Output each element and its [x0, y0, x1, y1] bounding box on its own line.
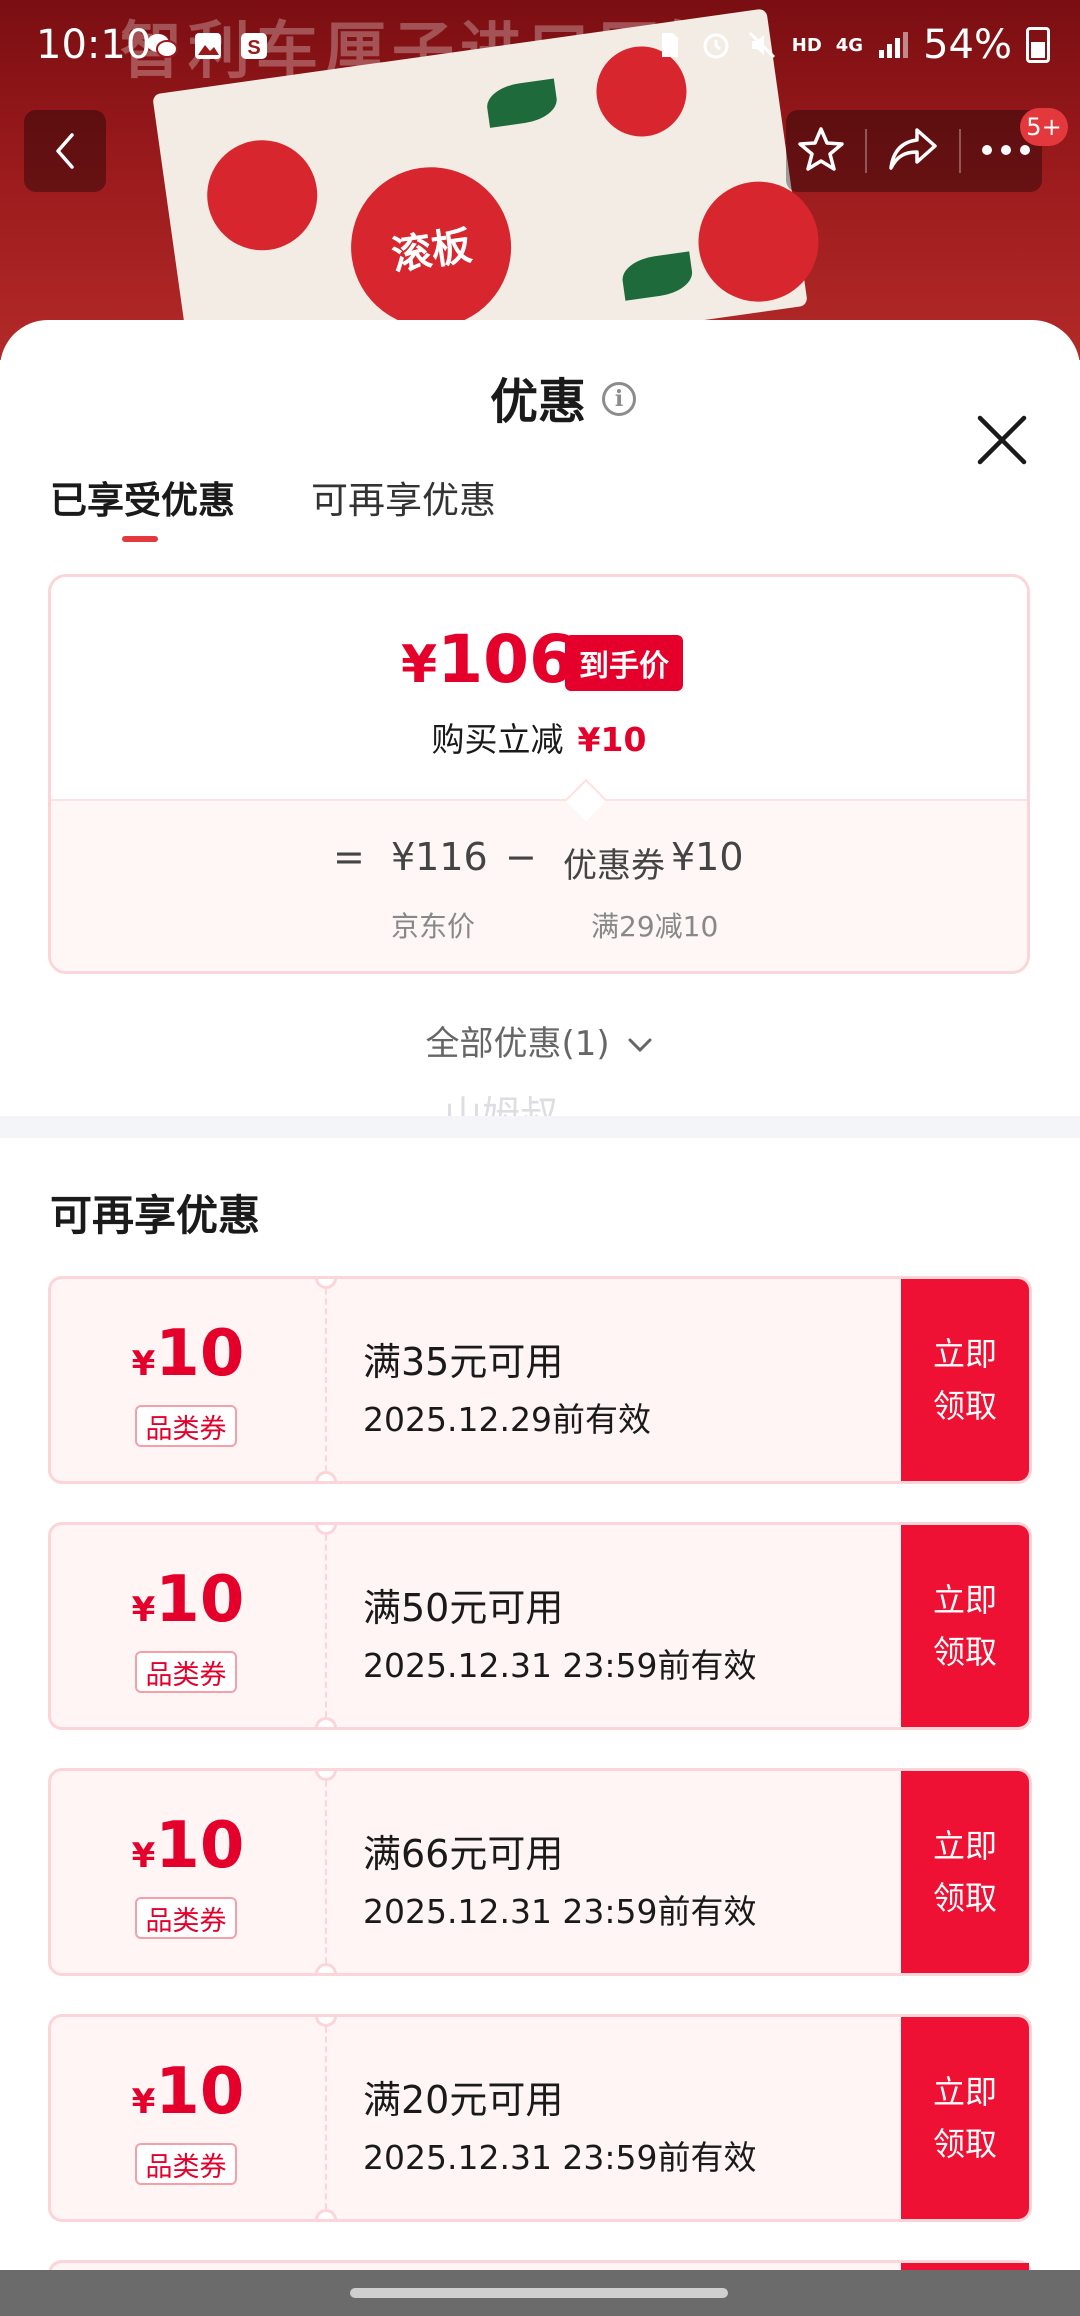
coupon-amount: ¥10	[131, 1563, 245, 1637]
coupon-type-badge: 品类券	[135, 1651, 237, 1693]
tab-enjoyed-discounts[interactable]: 已享受优惠	[50, 470, 235, 550]
discount-sheet: 优惠 i 已享受优惠 可再享优惠 ¥ 106 到手价 购买立减 ¥10 = ¥11…	[0, 320, 1080, 2270]
instant-discount-amount: ¥10	[577, 720, 647, 759]
coupon-card-partial	[48, 2260, 1032, 2270]
more-button[interactable]	[980, 142, 1032, 161]
coupon-discount-amount: ¥10	[671, 835, 744, 879]
info-icon[interactable]: i	[602, 382, 636, 416]
all-discounts-label: 全部优惠(1)	[425, 1024, 610, 1064]
star-icon	[798, 127, 844, 171]
hd-label: HD	[791, 34, 822, 56]
mute-icon	[746, 29, 778, 61]
final-price: ¥ 106	[401, 621, 575, 698]
system-navigation-bar	[0, 2270, 1080, 2316]
section-title: 可再享优惠	[50, 1191, 261, 1240]
coupon-condition: 满35元可用	[363, 1340, 564, 1384]
coupon-validity: 2025.12.31 23:59前有效	[363, 1646, 757, 1685]
coupon-type-badge: 品类券	[135, 2143, 237, 2185]
base-price-label: 京东价	[391, 910, 476, 943]
minus-sign: −	[505, 835, 537, 879]
status-time: 10:10	[36, 22, 152, 68]
message-count-badge: 5+	[1020, 108, 1068, 146]
price-breakdown: = ¥116 − 优惠券 ¥10 京东价 满29减10	[51, 799, 1027, 971]
battery-percent: 54%	[923, 22, 1012, 68]
coupon-type-badge: 品类券	[135, 1897, 237, 1939]
product-badge: 滚板	[340, 156, 522, 338]
sim-icon	[654, 29, 686, 61]
gallery-icon	[192, 30, 224, 62]
svg-text:S: S	[247, 37, 260, 59]
discount-tabs: 已享受优惠 可再享优惠	[50, 470, 496, 550]
back-button[interactable]	[24, 110, 106, 192]
coupon-validity: 2025.12.31 23:59前有效	[363, 1892, 757, 1931]
battery-icon	[1026, 27, 1050, 63]
coupon-discount-label: 优惠券	[563, 846, 665, 886]
claim-coupon-button-partial[interactable]	[901, 2263, 1029, 2270]
instant-discount-label: 购买立减	[431, 720, 564, 759]
network-label: 4G	[835, 34, 864, 56]
currency-symbol: ¥	[401, 635, 438, 695]
coupon-card: ¥10 品类券 满20元可用 2025.12.31 23:59前有效 立即 领取	[48, 2014, 1032, 2222]
coupon-condition: 满50元可用	[363, 1586, 564, 1630]
chevron-down-icon	[628, 1038, 652, 1053]
price-summary-card: ¥ 106 到手价 购买立减 ¥10 = ¥116 − 优惠券 ¥10 京东价 满…	[48, 574, 1030, 974]
share-icon	[889, 128, 937, 170]
coupon-validity: 2025.12.31 23:59前有效	[363, 2138, 757, 2177]
sheet-title: 优惠	[490, 374, 587, 430]
equals-sign: =	[333, 835, 365, 879]
status-bar: 10:10 S HD 4G 54%	[0, 0, 1080, 96]
close-icon[interactable]	[970, 408, 1034, 472]
coupon-amount: ¥10	[131, 1809, 245, 1883]
coupon-card: ¥10 品类券 满50元可用 2025.12.31 23:59前有效 立即 领取	[48, 1522, 1032, 1730]
coupon-type-badge: 品类券	[135, 1405, 237, 1447]
coupon-card: ¥10 品类券 满35元可用 2025.12.29前有效 立即 领取	[48, 1276, 1032, 1484]
home-indicator[interactable]	[350, 2288, 728, 2298]
tab-more-discounts[interactable]: 可再享优惠	[311, 470, 496, 550]
coupon-condition: 满20元可用	[363, 2078, 564, 2122]
share-button[interactable]	[887, 126, 939, 176]
wechat-icon	[146, 30, 178, 62]
s-app-icon: S	[238, 30, 270, 62]
coupon-amount: ¥10	[131, 1317, 245, 1391]
top-action-group	[786, 110, 1042, 192]
coupon-condition: 满29减10	[591, 910, 719, 943]
final-price-value: 106	[437, 621, 575, 698]
favorite-button[interactable]	[796, 124, 846, 178]
claim-coupon-button[interactable]: 立即 领取	[901, 2017, 1029, 2219]
all-discounts-link[interactable]: 全部优惠(1)	[0, 1016, 1080, 1065]
signal-icon	[877, 29, 909, 61]
instant-discount-row: 购买立减 ¥10	[51, 713, 1027, 761]
chevron-left-icon	[56, 133, 74, 169]
coupon-validity: 2025.12.29前有效	[363, 1400, 651, 1439]
claim-coupon-button[interactable]: 立即 领取	[901, 1771, 1029, 1973]
claim-coupon-button[interactable]: 立即 领取	[901, 1525, 1029, 1727]
coupon-card: ¥10 品类券 满66元可用 2025.12.31 23:59前有效 立即 领取	[48, 1768, 1032, 1976]
coupon-condition: 满66元可用	[363, 1832, 564, 1876]
coupon-amount: ¥10	[131, 2055, 245, 2129]
final-price-tag: 到手价	[565, 635, 683, 691]
claim-coupon-button[interactable]: 立即 领取	[901, 1279, 1029, 1481]
section-divider	[0, 1116, 1080, 1138]
more-dots-icon	[982, 144, 1031, 155]
alarm-icon	[700, 29, 732, 61]
base-price: ¥116	[391, 835, 488, 879]
